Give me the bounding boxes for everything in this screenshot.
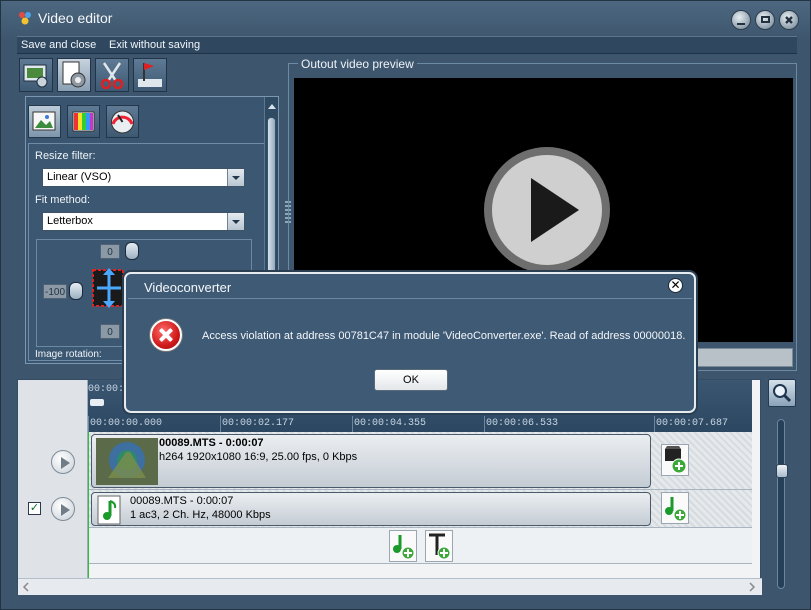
close-window-button[interactable] bbox=[779, 10, 799, 30]
properties-icon bbox=[23, 64, 48, 88]
add-audio-icon bbox=[665, 497, 687, 522]
zoom-slider-thumb[interactable] bbox=[776, 464, 788, 478]
settings-scroll-thumb[interactable] bbox=[267, 117, 276, 287]
scroll-right-icon bbox=[749, 582, 756, 592]
ruler-tick-1: 00:00:02.177 bbox=[222, 418, 295, 429]
ruler-start-label: 00:00: bbox=[88, 384, 125, 395]
bottom-offset-field[interactable]: 0 bbox=[100, 324, 120, 339]
close-icon bbox=[785, 16, 793, 24]
audio-track-play-button[interactable] bbox=[51, 497, 75, 521]
gauge-icon bbox=[111, 110, 134, 134]
dialog-title: Videoconverter bbox=[144, 280, 232, 295]
dialog-body: Access violation at address 00781C47 in … bbox=[128, 298, 692, 409]
color-bars-icon bbox=[72, 111, 95, 132]
menu-bar: Save and close Exit without saving bbox=[17, 36, 797, 54]
ruler-tick-4: 00:00:07.687 bbox=[656, 418, 729, 429]
zoom-control bbox=[767, 379, 797, 595]
video-editor-icon bbox=[19, 12, 31, 25]
add-audio-button[interactable] bbox=[661, 492, 689, 524]
add-text-button[interactable] bbox=[425, 530, 453, 562]
image-rotation-label: Image rotation: bbox=[35, 349, 102, 360]
fit-method-label: Fit method: bbox=[35, 194, 91, 206]
add-clip-icon bbox=[665, 446, 687, 474]
video-thumbnail bbox=[96, 438, 158, 485]
chevron-down-icon[interactable] bbox=[227, 169, 244, 186]
menu-exit-without-saving[interactable]: Exit without saving bbox=[109, 39, 200, 51]
audio-track-checkbox[interactable]: ✓ bbox=[28, 502, 41, 515]
resize-filter-select[interactable]: Linear (VSO) bbox=[42, 168, 245, 187]
subtab-image[interactable] bbox=[28, 105, 61, 138]
audio-clip-name: 00089.MTS - 0:00:07 bbox=[130, 495, 234, 507]
timeline-hscroll[interactable] bbox=[18, 578, 762, 595]
chevron-down-icon[interactable] bbox=[227, 213, 244, 230]
audio-track: 00089.MTS - 0:00:07 1 ac3, 2 Ch. Hz, 480… bbox=[88, 490, 752, 528]
top-offset-spinner[interactable] bbox=[125, 242, 139, 260]
fit-method-value: Letterbox bbox=[47, 215, 93, 227]
playhead-handle[interactable] bbox=[90, 399, 104, 406]
image-icon bbox=[32, 111, 56, 131]
playhead-line bbox=[88, 432, 89, 578]
ruler-tick-3: 00:00:06.533 bbox=[486, 418, 559, 429]
video-clip-name: 00089.MTS - 0:00:07 bbox=[159, 437, 264, 449]
settings-icon bbox=[62, 61, 86, 88]
add-audio-track-button[interactable] bbox=[389, 530, 417, 562]
scroll-left-icon bbox=[22, 582, 29, 592]
video-track-play-button[interactable] bbox=[51, 450, 75, 474]
preview-title: Outout video preview bbox=[298, 57, 417, 71]
tab-cut[interactable] bbox=[95, 58, 129, 92]
title-bar: Video editor bbox=[1, 1, 810, 35]
dialog-close-button[interactable]: ✕ bbox=[668, 278, 683, 293]
subtab-color[interactable] bbox=[67, 105, 100, 138]
add-text-icon bbox=[429, 533, 451, 560]
audio-clip-info: 1 ac3, 2 Ch. Hz, 48000 Kbps bbox=[130, 509, 271, 521]
magnifier-icon bbox=[773, 384, 792, 403]
window-title: Video editor bbox=[38, 10, 113, 26]
video-track: 00089.MTS - 0:00:07 h264 1920x1080 16:9,… bbox=[88, 432, 752, 490]
add-audio-icon bbox=[393, 535, 415, 560]
music-note-icon bbox=[97, 495, 121, 525]
video-editor-window: Video editor Save and close Exit without… bbox=[0, 0, 811, 610]
tab-settings[interactable] bbox=[57, 58, 91, 92]
scroll-up-icon bbox=[268, 104, 276, 109]
fit-method-select[interactable]: Letterbox bbox=[42, 212, 245, 231]
resize-filter-label: Resize filter: bbox=[35, 150, 96, 162]
ruler-tick-2: 00:00:04.355 bbox=[354, 418, 427, 429]
video-clip[interactable]: 00089.MTS - 0:00:07 h264 1920x1080 16:9,… bbox=[91, 434, 651, 488]
error-dialog: Videoconverter ✕ Access violation at add… bbox=[124, 272, 696, 413]
tab-markers[interactable] bbox=[133, 58, 167, 92]
top-offset-field[interactable]: 0 bbox=[100, 244, 120, 259]
maximize-button[interactable] bbox=[755, 10, 775, 30]
scissors-icon bbox=[100, 62, 124, 90]
tab-properties[interactable] bbox=[19, 58, 53, 92]
ruler-tick-0: 00:00:00.000 bbox=[90, 418, 163, 429]
crop-preview-icon bbox=[92, 268, 124, 308]
zoom-button[interactable] bbox=[768, 379, 796, 407]
video-clip-info: h264 1920x1080 16:9, 25.00 fps, 0 Kbps bbox=[159, 451, 358, 463]
minimize-button[interactable] bbox=[731, 10, 751, 30]
add-video-button[interactable] bbox=[661, 444, 689, 476]
zoom-slider[interactable] bbox=[776, 419, 788, 589]
error-message: Access violation at address 00781C47 in … bbox=[202, 330, 686, 342]
menu-save-and-close[interactable]: Save and close bbox=[21, 39, 96, 51]
track-controls: ✓ bbox=[18, 380, 88, 578]
marker-icon bbox=[138, 63, 162, 87]
ok-button[interactable]: OK bbox=[374, 369, 448, 391]
resize-filter-value: Linear (VSO) bbox=[47, 171, 112, 183]
extra-track bbox=[88, 528, 752, 564]
play-icon[interactable] bbox=[481, 144, 613, 276]
audio-clip[interactable]: 00089.MTS - 0:00:07 1 ac3, 2 Ch. Hz, 480… bbox=[91, 492, 651, 526]
left-offset-spinner[interactable] bbox=[69, 282, 83, 300]
error-icon bbox=[150, 319, 182, 351]
left-offset-field[interactable]: -100 bbox=[43, 284, 67, 299]
subtab-speed[interactable] bbox=[106, 105, 139, 138]
